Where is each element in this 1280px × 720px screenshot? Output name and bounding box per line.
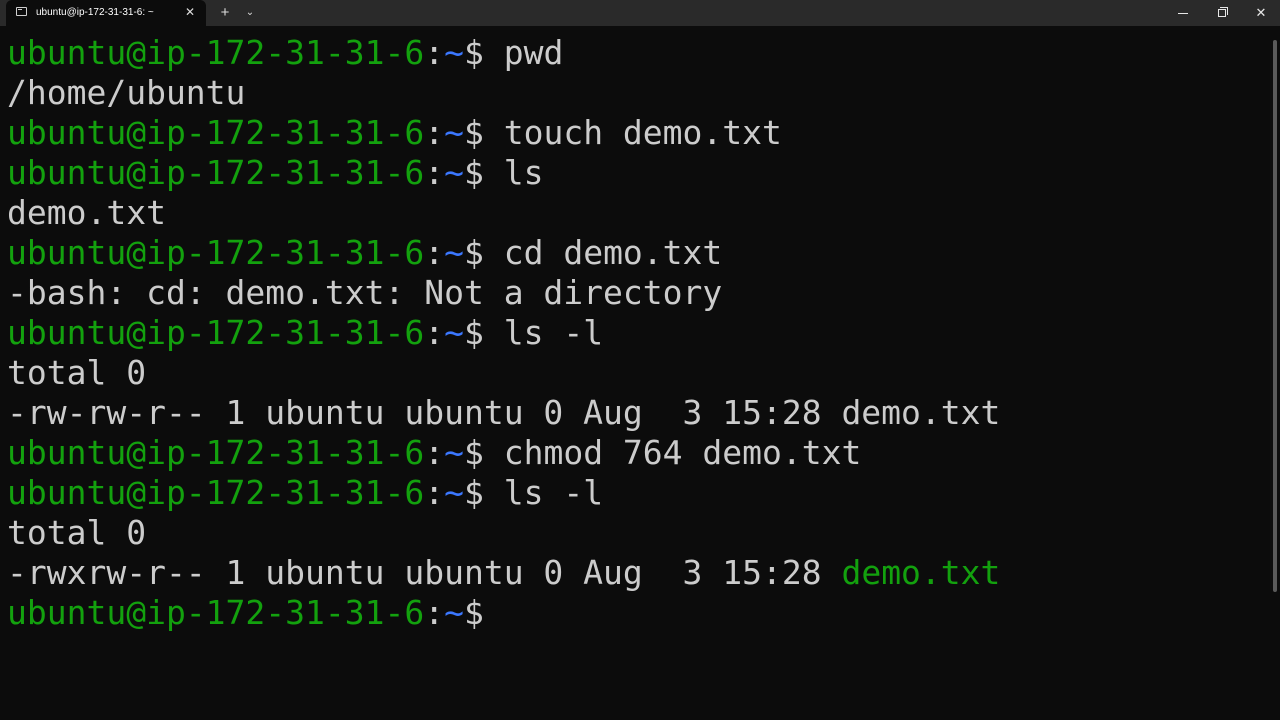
terminal-window: ubuntu@ip-172-31-31-6: ~ ✕ + ⌄ ✕ ubuntu@… (0, 0, 1280, 720)
prompt-colon: : (424, 433, 445, 472)
prompt-line: ubuntu@ip-172-31-31-6:~$ ls -l (7, 313, 1269, 353)
prompt-user-host: ubuntu@ip-172-31-31-6 (7, 313, 425, 352)
prompt-path: ~ (444, 233, 464, 272)
prompt-user-host: ubuntu@ip-172-31-31-6 (7, 33, 425, 72)
prompt-path: ~ (444, 433, 464, 472)
prompt-path: ~ (444, 593, 464, 632)
prompt-path: ~ (444, 313, 464, 352)
prompt-user-host: ubuntu@ip-172-31-31-6 (7, 473, 425, 512)
prompt-colon: : (424, 33, 445, 72)
output-line: -bash: cd: demo.txt: Not a directory (7, 273, 1269, 313)
command-text: pwd (483, 33, 564, 72)
minimize-button[interactable] (1164, 0, 1202, 26)
command-text: ls (483, 153, 544, 192)
prompt-dollar: $ (463, 473, 484, 512)
close-window-button[interactable]: ✕ (1242, 0, 1280, 26)
prompt-colon: : (424, 233, 445, 272)
prompt-line: ubuntu@ip-172-31-31-6:~$ touch demo.txt (7, 113, 1269, 153)
output-text: -rw-rw-r-- 1 ubuntu ubuntu 0 Aug 3 15:28… (7, 393, 1001, 432)
prompt-dollar: $ (463, 233, 484, 272)
prompt-line: ubuntu@ip-172-31-31-6:~$ ls (7, 153, 1269, 193)
prompt-path: ~ (444, 113, 464, 152)
prompt-dollar: $ (463, 593, 484, 632)
title-bar: ubuntu@ip-172-31-31-6: ~ ✕ + ⌄ ✕ (0, 0, 1280, 26)
prompt-line: ubuntu@ip-172-31-31-6:~$ cd demo.txt (7, 233, 1269, 273)
scrollbar[interactable] (1273, 40, 1277, 592)
prompt-user-host: ubuntu@ip-172-31-31-6 (7, 233, 425, 272)
tab-close-icon[interactable]: ✕ (182, 4, 198, 20)
executable-file-name: demo.txt (841, 553, 1001, 592)
terminal-icon (16, 7, 27, 16)
prompt-line: ubuntu@ip-172-31-31-6:~$ (7, 593, 1269, 633)
tab-terminal[interactable]: ubuntu@ip-172-31-31-6: ~ ✕ (6, 0, 206, 26)
prompt-dollar: $ (463, 433, 484, 472)
terminal-output[interactable]: ubuntu@ip-172-31-31-6:~$ pwd/home/ubuntu… (7, 33, 1269, 713)
prompt-user-host: ubuntu@ip-172-31-31-6 (7, 153, 425, 192)
output-text: total 0 (7, 353, 147, 392)
prompt-dollar: $ (463, 113, 484, 152)
prompt-dollar: $ (463, 33, 484, 72)
prompt-path: ~ (444, 153, 464, 192)
command-text: cd demo.txt (483, 233, 723, 272)
command-text: touch demo.txt (483, 113, 782, 152)
prompt-dollar: $ (463, 153, 484, 192)
output-line: demo.txt (7, 193, 1269, 233)
output-text: -rwxrw-r-- 1 ubuntu ubuntu 0 Aug 3 15:28 (7, 553, 842, 592)
tab-title: ubuntu@ip-172-31-31-6: ~ (36, 7, 154, 18)
output-text: total 0 (7, 513, 147, 552)
prompt-user-host: ubuntu@ip-172-31-31-6 (7, 593, 425, 632)
command-text: chmod 764 demo.txt (483, 433, 862, 472)
prompt-colon: : (424, 473, 445, 512)
prompt-user-host: ubuntu@ip-172-31-31-6 (7, 113, 425, 152)
prompt-colon: : (424, 153, 445, 192)
maximize-button[interactable] (1203, 0, 1241, 26)
command-text: ls -l (483, 313, 604, 352)
chevron-down-icon[interactable]: ⌄ (241, 4, 259, 22)
prompt-line: ubuntu@ip-172-31-31-6:~$ chmod 764 demo.… (7, 433, 1269, 473)
prompt-line: ubuntu@ip-172-31-31-6:~$ ls -l (7, 473, 1269, 513)
new-tab-button[interactable]: + (216, 4, 234, 22)
prompt-colon: : (424, 313, 445, 352)
minimize-icon (1178, 13, 1188, 15)
prompt-colon: : (424, 593, 445, 632)
prompt-path: ~ (444, 473, 464, 512)
prompt-path: ~ (444, 33, 464, 72)
command-text: ls -l (483, 473, 604, 512)
prompt-colon: : (424, 113, 445, 152)
output-line: /home/ubuntu (7, 73, 1269, 113)
prompt-user-host: ubuntu@ip-172-31-31-6 (7, 433, 425, 472)
restore-icon (1218, 7, 1228, 17)
output-text: -bash: cd: demo.txt: Not a directory (7, 273, 723, 312)
output-text: /home/ubuntu (7, 73, 246, 112)
prompt-dollar: $ (463, 313, 484, 352)
prompt-line: ubuntu@ip-172-31-31-6:~$ pwd (7, 33, 1269, 73)
output-line: total 0 (7, 353, 1269, 393)
output-line: total 0 (7, 513, 1269, 553)
output-line: -rwxrw-r-- 1 ubuntu ubuntu 0 Aug 3 15:28… (7, 553, 1269, 593)
output-text: demo.txt (7, 193, 166, 232)
output-line: -rw-rw-r-- 1 ubuntu ubuntu 0 Aug 3 15:28… (7, 393, 1269, 433)
